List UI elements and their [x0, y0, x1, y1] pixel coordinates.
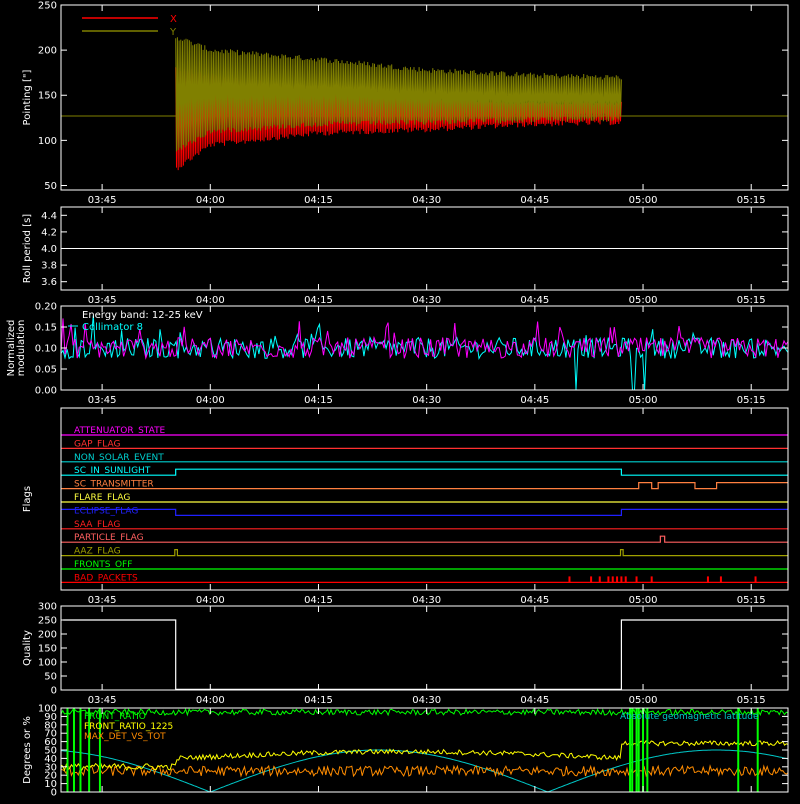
y-tick-label: 100 — [38, 136, 57, 147]
y-tick-label: 0.05 — [35, 365, 57, 376]
x-tick-label: 05:00 — [629, 695, 658, 706]
legend-label-x: X — [170, 14, 177, 25]
y-tick-label: 0.20 — [35, 302, 57, 313]
legend-energy-band: Energy band: 12-25 keV — [82, 310, 203, 321]
y-tick-label: 0.10 — [35, 344, 57, 355]
y-tick-label: 4.2 — [41, 227, 57, 238]
plot-canvas: XY 50 100 150 200 250 03:45 04:00 04:15 04:30 04:4… — [0, 0, 800, 800]
y-tick-label: 150 — [38, 644, 57, 655]
y-tick-label: 50 — [44, 672, 57, 683]
legend-front-ratio-1225: FRONT_RATIO_1225 — [84, 722, 173, 732]
y-tick-label: 3.8 — [41, 261, 57, 272]
legend-latitude: Absolute geomagnetic latitude — [620, 712, 759, 722]
x-tick-label: 04:00 — [196, 195, 225, 206]
x-tick-label: 05:15 — [737, 595, 766, 606]
y-axis-label: Pointing ["] — [22, 69, 33, 125]
x-tick-label: 03:45 — [88, 295, 117, 306]
legend-label-y: Y — [169, 27, 177, 38]
y-tick-label: 50 — [44, 181, 57, 192]
y-tick-label: 3.6 — [41, 277, 57, 288]
y-tick-label: 150 — [38, 91, 57, 102]
y-tick-label: 0 — [51, 686, 57, 697]
y-tick-label: 100 — [38, 658, 57, 669]
x-tick-label: 04:45 — [520, 595, 549, 606]
x-tick-label: 04:45 — [520, 195, 549, 206]
y-tick-label: 0.00 — [35, 386, 57, 397]
x-tick-label: 04:30 — [412, 395, 441, 406]
x-tick-label: 04:00 — [196, 395, 225, 406]
x-tick-label: 05:15 — [737, 195, 766, 206]
y-tick-label: 4.4 — [41, 211, 57, 222]
flag-label: ECLIPSE_FLAG — [74, 506, 138, 516]
x-tick-label: 03:45 — [88, 195, 117, 206]
x-tick-label: 04:15 — [304, 595, 333, 606]
y-axis-label: Degrees or % — [22, 716, 33, 784]
x-tick-label: 04:30 — [412, 595, 441, 606]
y-tick-label: 250 — [38, 616, 57, 627]
x-tick-label: 04:15 — [304, 295, 333, 306]
y-axis-label: Flags — [22, 486, 33, 512]
x-tick-label: 04:00 — [196, 695, 225, 706]
y-tick-label: 200 — [38, 630, 57, 641]
legend-front-ratio: FRONT_RATIO — [84, 712, 146, 722]
y-tick-label: 4.0 — [41, 244, 57, 255]
x-tick-label: 03:45 — [88, 395, 117, 406]
y-axis-label: Roll period [s] — [22, 214, 33, 283]
y-axis-label: Quality — [22, 630, 33, 666]
y-axis-label: modulation — [16, 320, 27, 377]
x-tick-label: 03:45 — [88, 595, 117, 606]
x-tick-label: 04:00 — [196, 595, 225, 606]
x-tick-label: 03:45 — [88, 695, 117, 706]
y-tick-label: 250 — [38, 1, 57, 12]
y-tick-label: 100 — [38, 704, 57, 715]
x-tick-label: 04:15 — [304, 695, 333, 706]
y-tick-label: 0.15 — [35, 323, 57, 334]
x-tick-label: 05:00 — [629, 195, 658, 206]
y-tick-label: 200 — [38, 46, 57, 57]
x-tick-label: 05:15 — [737, 295, 766, 306]
x-tick-label: 04:45 — [520, 295, 549, 306]
legend-collimator: Collimator 8 — [82, 322, 143, 333]
x-tick-label: 05:00 — [629, 595, 658, 606]
x-tick-label: 05:00 — [629, 295, 658, 306]
x-tick-label: 04:00 — [196, 295, 225, 306]
x-tick-label: 04:45 — [520, 695, 549, 706]
x-tick-label: 04:30 — [412, 195, 441, 206]
x-tick-label: 04:15 — [304, 395, 333, 406]
legend-max-det: MAX_DET_VS_TOT — [84, 732, 166, 742]
x-tick-label: 04:45 — [520, 395, 549, 406]
y-tick-label: 300 — [38, 602, 57, 613]
x-tick-label: 05:00 — [629, 395, 658, 406]
x-tick-label: 04:30 — [412, 695, 441, 706]
x-tick-label: 05:15 — [737, 695, 766, 706]
x-tick-label: 04:15 — [304, 195, 333, 206]
x-tick-label: 04:30 — [412, 295, 441, 306]
x-tick-label: 05:15 — [737, 395, 766, 406]
